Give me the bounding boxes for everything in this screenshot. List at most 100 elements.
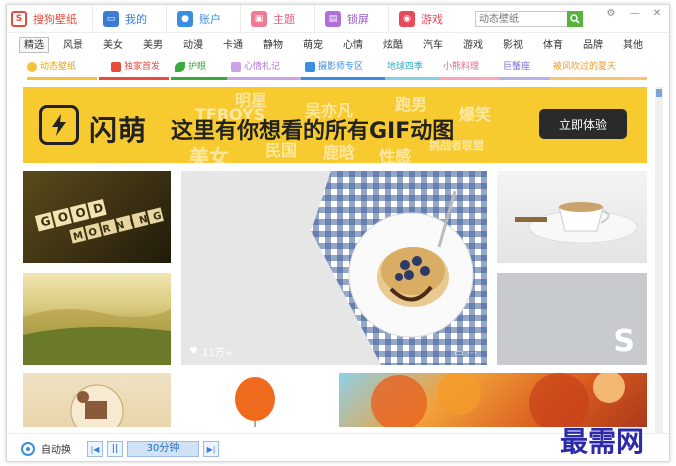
- wallpaper-thumb[interactable]: [181, 373, 329, 427]
- tab-label: 账户: [199, 13, 221, 26]
- tab-account[interactable]: ● 账户: [173, 5, 241, 33]
- topic-cancer[interactable]: 巨蟹座: [503, 59, 530, 75]
- autumn-image: [371, 373, 625, 427]
- topic-photographer[interactable]: 摄影师专区: [305, 59, 363, 75]
- search-icon: [570, 14, 580, 24]
- search-button[interactable]: [567, 11, 583, 27]
- tab-indicator: [385, 77, 439, 80]
- user-icon: ●: [177, 11, 193, 27]
- tab-theme[interactable]: ▣ 主题: [247, 5, 315, 33]
- pancake-image: [311, 171, 487, 365]
- category-item[interactable]: 静物: [263, 38, 283, 54]
- category-item[interactable]: 品牌: [583, 38, 603, 54]
- try-now-button[interactable]: 立即体验: [539, 109, 627, 139]
- wallpaper-grid: 明星 TFBOYS 吴亦凡 跑男 爆笑 美女 民国 鹿晗 性感 挑战者联盟 闪萌…: [23, 87, 647, 427]
- wallpaper-thumb[interactable]: [497, 171, 647, 263]
- category-item[interactable]: 游戏: [463, 38, 483, 54]
- category-item[interactable]: 炫酷: [383, 38, 403, 54]
- like-counter[interactable]: ♥ 11万+: [189, 344, 233, 359]
- more-icon[interactable]: ▭ ⋯: [454, 348, 477, 359]
- category-item[interactable]: 风景: [63, 38, 83, 54]
- gif-promo-banner[interactable]: 明星 TFBOYS 吴亦凡 跑男 爆笑 美女 民国 鹿晗 性感 挑战者联盟 闪萌…: [23, 87, 647, 163]
- tab-lock-screen[interactable]: ▤ 锁屏: [321, 5, 389, 33]
- previous-button[interactable]: |◀: [87, 441, 103, 457]
- notebook-icon: [231, 62, 241, 72]
- category-item[interactable]: 体育: [543, 38, 563, 54]
- exclusive-icon: [111, 62, 121, 72]
- topic-exclusive[interactable]: 独家首发: [111, 59, 160, 75]
- leaf-icon: [175, 62, 185, 72]
- topic-eye-care[interactable]: 护眼: [175, 59, 206, 75]
- banner-brand: 闪萌: [89, 114, 148, 147]
- monitor-icon: ▭: [103, 11, 119, 27]
- topic-bear-cooking[interactable]: 小熊料理: [443, 59, 479, 75]
- search-box: [475, 11, 583, 27]
- balloon-image: [235, 377, 275, 427]
- search-input[interactable]: [476, 12, 562, 27]
- tab-label: 游戏: [421, 13, 443, 26]
- tab-games[interactable]: ◉ 游戏: [395, 5, 463, 33]
- scrollbar[interactable]: [655, 87, 663, 437]
- tab-label: 我的: [125, 13, 147, 26]
- category-item[interactable]: 动漫: [183, 38, 203, 54]
- skip-forward-icon: ▶|: [206, 444, 216, 454]
- scrabble-image: GOOD MORNING: [34, 199, 169, 244]
- camera-icon: [305, 62, 315, 72]
- category-item[interactable]: 卡通: [223, 38, 243, 54]
- category-item[interactable]: 美男: [143, 38, 163, 54]
- tab-sogou-wallpaper[interactable]: S 搜狗壁纸: [7, 5, 93, 33]
- tab-indicator: [499, 77, 549, 80]
- category-item[interactable]: 萌宠: [303, 38, 323, 54]
- deer-image: [70, 384, 124, 427]
- tab-indicator: [439, 77, 499, 80]
- category-item[interactable]: 心情: [343, 38, 363, 54]
- topic-four-seasons[interactable]: 地球四季: [387, 59, 423, 75]
- interval-selector[interactable]: 30分钟: [127, 441, 199, 457]
- category-item[interactable]: 美女: [103, 38, 123, 54]
- wallpaper-thumb[interactable]: S: [497, 273, 647, 365]
- category-featured[interactable]: 精选: [19, 37, 49, 53]
- auto-switch-label: 自动换: [41, 445, 71, 456]
- lock-screen-icon: ▤: [325, 11, 341, 27]
- auto-switch-icon: [21, 441, 35, 456]
- wallpaper-thumb[interactable]: [23, 373, 171, 427]
- wallpaper-thumb-featured[interactable]: ♥ 11万+ ▭ ⋯: [181, 171, 487, 365]
- sogou-watermark-icon: S: [613, 324, 635, 359]
- category-item[interactable]: 汽车: [423, 38, 443, 54]
- banner-bg-word: 性感: [379, 147, 412, 163]
- tab-mine[interactable]: ▭ 我的: [99, 5, 167, 33]
- tab-indicator: [227, 77, 301, 80]
- next-button[interactable]: ▶|: [203, 441, 219, 457]
- hills-image: [23, 308, 171, 365]
- topic-summer[interactable]: 被风吹过的夏天: [553, 59, 616, 75]
- category-bar: 精选 风景 美女 美男 动漫 卡通 静物 萌宠 心情 炫酷 汽车 游戏 影视 体…: [7, 36, 669, 56]
- auto-switch-toggle[interactable]: 自动换: [21, 441, 71, 456]
- wallpaper-thumb[interactable]: GOOD MORNING: [23, 171, 171, 263]
- top-nav: S 搜狗壁纸 ▭ 我的 ● 账户 ▣ 主题 ▤ 锁屏 ◉ 游戏 动态壁纸 ⚙ —…: [7, 5, 669, 33]
- tab-label: 锁屏: [347, 13, 369, 26]
- topic-mood-notes[interactable]: 心情札记: [231, 59, 280, 75]
- banner-bg-word: 爆笑: [459, 105, 492, 124]
- category-item[interactable]: 影视: [503, 38, 523, 54]
- tab-label: 搜狗壁纸: [33, 13, 77, 26]
- tab-label: 主题: [273, 13, 295, 26]
- gamepad-icon: ◉: [399, 11, 415, 27]
- topic-bar: 动态壁纸 独家首发 护眼 心情札记 摄影师专区 地球四季 小熊料理 巨蟹座 被风…: [7, 57, 669, 77]
- sparkle-icon: [27, 62, 37, 72]
- minimize-icon[interactable]: —: [627, 7, 643, 21]
- app-window: S 搜狗壁纸 ▭ 我的 ● 账户 ▣ 主题 ▤ 锁屏 ◉ 游戏 动态壁纸 ⚙ —…: [6, 4, 670, 462]
- wallpaper-thumb[interactable]: [339, 373, 647, 427]
- category-item[interactable]: 其他: [623, 38, 643, 54]
- like-count: 11万+: [201, 348, 234, 359]
- site-watermark: 最需网: [560, 425, 645, 458]
- tab-indicator: [99, 77, 169, 80]
- close-icon[interactable]: ✕: [649, 7, 665, 21]
- wallpaper-thumb[interactable]: [23, 273, 171, 365]
- topic-dynamic-wallpaper[interactable]: 动态壁纸: [27, 59, 76, 75]
- pause-button[interactable]: ||: [107, 441, 123, 457]
- scrollbar-thumb[interactable]: [656, 89, 662, 97]
- tab-indicator: [301, 77, 385, 80]
- settings-icon[interactable]: ⚙: [603, 7, 619, 21]
- tab-indicator: [27, 77, 97, 80]
- tab-indicator: [171, 77, 227, 80]
